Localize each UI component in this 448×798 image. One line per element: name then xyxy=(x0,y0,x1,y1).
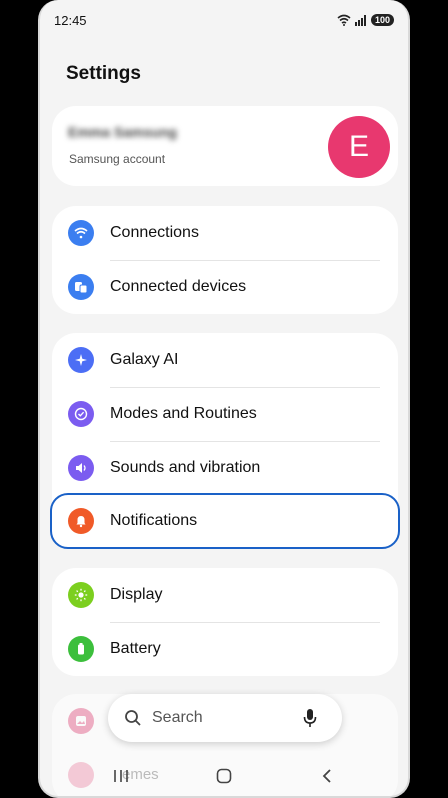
status-bar: 12:45 100 xyxy=(40,8,408,32)
settings-item-label: Connected devices xyxy=(110,278,247,295)
settings-item-label: Connections xyxy=(110,224,199,241)
settings-item-notifications[interactable]: Notifications xyxy=(50,493,400,549)
search-icon xyxy=(125,710,141,726)
back-button[interactable] xyxy=(312,761,342,791)
microphone-icon[interactable] xyxy=(302,708,318,728)
bell-icon xyxy=(68,508,94,534)
wifi-icon xyxy=(68,220,94,246)
settings-item-label: Notifications xyxy=(110,512,198,529)
account-name: Emma Samsung xyxy=(68,124,177,140)
search-bar[interactable]: Search xyxy=(108,694,342,742)
settings-item-label: Sounds and vibration xyxy=(110,459,261,476)
wifi-status-icon xyxy=(337,14,351,26)
signal-icon xyxy=(354,14,366,26)
samsung-account-card[interactable]: Emma Samsung Samsung account E xyxy=(52,106,398,186)
search-label: Search xyxy=(152,709,203,726)
settings-item-sounds-vibration[interactable]: Sounds and vibration xyxy=(52,441,398,495)
status-time: 12:45 xyxy=(54,12,87,28)
settings-group-device: Display Battery xyxy=(52,568,398,676)
check-circle-icon xyxy=(68,401,94,427)
home-button[interactable] xyxy=(209,761,239,791)
settings-item-label: Modes and Routines xyxy=(110,405,257,422)
settings-item-connected-devices[interactable]: Connected devices xyxy=(52,260,398,314)
settings-group-connections: Connections Connected devices xyxy=(52,206,398,314)
sun-icon xyxy=(68,582,94,608)
avatar[interactable]: E xyxy=(328,116,390,178)
navigation-bar xyxy=(40,756,408,796)
settings-item-galaxy-ai[interactable]: Galaxy AI xyxy=(52,333,398,387)
home-icon xyxy=(216,768,232,784)
account-subtitle: Samsung account xyxy=(69,152,166,166)
settings-item-battery[interactable]: Battery xyxy=(52,622,398,676)
settings-item-connections[interactable]: Connections xyxy=(52,206,398,260)
recents-icon xyxy=(114,770,128,782)
recent-apps-button[interactable] xyxy=(106,761,136,791)
sparkle-icon xyxy=(68,347,94,373)
phone-screen: 12:45 100 Settings Emma Samsung Samsung … xyxy=(38,0,410,798)
settings-item-label: Battery xyxy=(110,640,161,657)
back-icon xyxy=(322,769,331,783)
battery-icon xyxy=(68,636,94,662)
speaker-icon xyxy=(68,455,94,481)
settings-item-modes-routines[interactable]: Modes and Routines xyxy=(52,387,398,441)
status-icons: 100 xyxy=(337,14,394,26)
page-title: Settings xyxy=(66,63,141,84)
devices-icon xyxy=(68,274,94,300)
settings-item-display[interactable]: Display xyxy=(52,568,398,622)
settings-item-label: Display xyxy=(110,586,163,603)
wallpaper-icon xyxy=(68,708,94,734)
battery-status-icon: 100 xyxy=(370,14,394,26)
settings-item-label: Galaxy AI xyxy=(110,351,179,368)
